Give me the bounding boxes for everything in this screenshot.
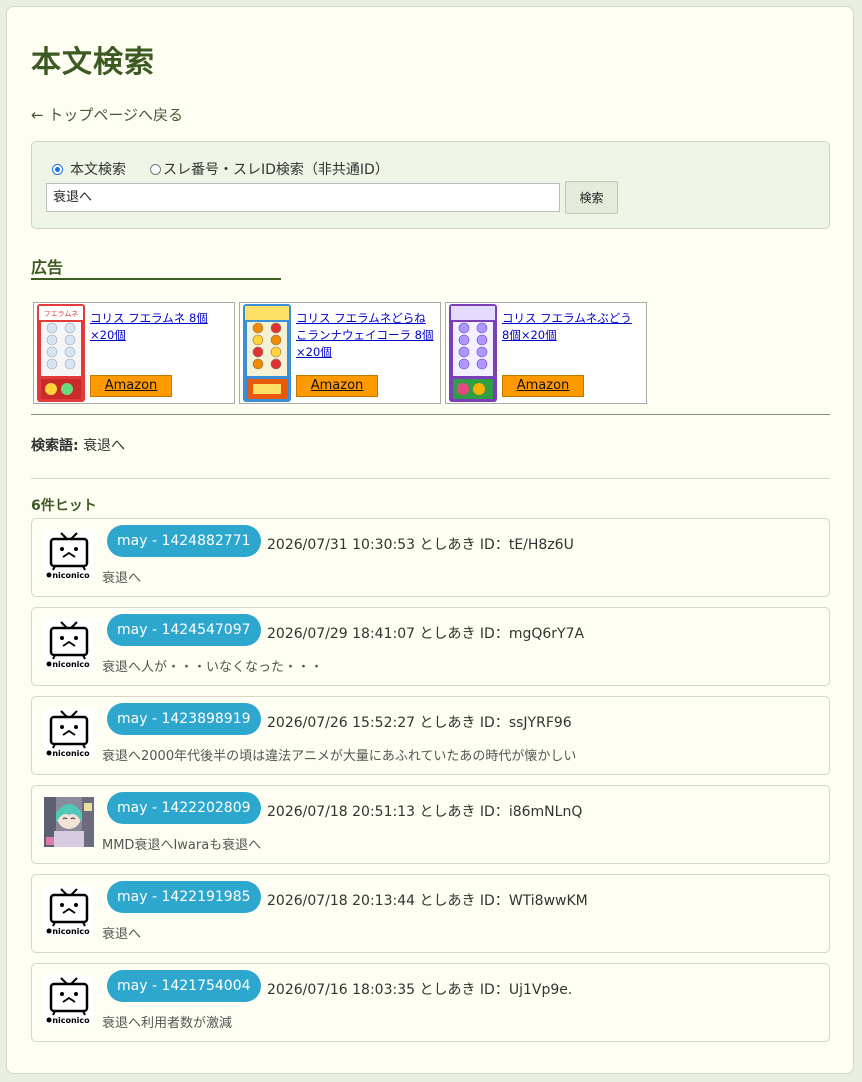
- radio-thread-search[interactable]: [150, 163, 161, 175]
- result-row: niconico may - 1424547097 2026/07/29 18:4…: [31, 607, 830, 686]
- avatar-label: niconico: [52, 927, 90, 936]
- ad-card[interactable]: コリス フエラムネぶどう 8個×20個 Amazon: [445, 302, 647, 404]
- svg-text:フエラムネ: フエラムネ: [44, 310, 79, 318]
- result-row: niconico may - 1421754004 2026/07/16 18:0…: [31, 963, 830, 1042]
- back-to-top-link[interactable]: ← トップページへ戻る: [31, 104, 183, 125]
- ad-card[interactable]: フエラムネ コリス フエラムネ 8個×20個 Amazon: [33, 302, 235, 404]
- post-body-text: 衰退へ: [102, 927, 142, 942]
- post-body-text: 衰退へ2000年代後半の頃は違法アニメが大量にあふれていたあの時代が懐かしい: [102, 749, 577, 764]
- section-divider: [31, 414, 830, 415]
- niconico-tv-icon: niconico: [44, 530, 94, 580]
- radio-text-search-label[interactable]: 本文検索: [70, 159, 126, 179]
- result-row: niconico may - 1424882771 2026/07/31 10:3…: [31, 518, 830, 597]
- hit-count: 6件ヒット: [31, 498, 97, 514]
- ad-product-name[interactable]: コリス フエラムネ 8個×20個: [90, 310, 230, 344]
- result-row: niconico may - 1423898919 2026/07/26 15:5…: [31, 696, 830, 775]
- post-meta: 2026/07/31 10:30:53 としあき ID：tE/H8z6U: [267, 537, 574, 553]
- amazon-button[interactable]: Amazon: [90, 375, 172, 397]
- candy-package-red-image: フエラムネ: [37, 304, 85, 402]
- page-title: 本文検索: [31, 45, 155, 80]
- candy-package-grape-image: [449, 304, 497, 402]
- post-body-text: 衰退へ利用者数が激減: [102, 1016, 233, 1031]
- niconico-tv-icon: niconico: [44, 886, 94, 936]
- ad-product-name[interactable]: コリス フエラムネどらねこランナウェイコーラ 8個×20個: [296, 310, 436, 361]
- post-meta: 2026/07/18 20:51:13 としあき ID：i86mNLnQ: [267, 804, 583, 820]
- radio-thread-search-label[interactable]: スレ番号・スレID検索（非共通ID）: [163, 159, 389, 179]
- search-term-label: 検索語:: [31, 438, 79, 454]
- avatar-label: niconico: [52, 571, 90, 580]
- thread-link-pill[interactable]: may - 1422191985: [107, 881, 261, 913]
- post-meta: 2026/07/18 20:13:44 としあき ID：WTi8wwKM: [267, 893, 588, 909]
- amazon-button[interactable]: Amazon: [502, 375, 584, 397]
- avatar-label: niconico: [52, 749, 90, 758]
- post-body-text: MMD衰退へIwaraも衰退へ: [102, 838, 262, 853]
- amazon-button[interactable]: Amazon: [296, 375, 378, 397]
- thread-link-pill[interactable]: may - 1423898919: [107, 703, 261, 735]
- avatar-label: niconico: [52, 660, 90, 669]
- search-term-summary: 検索語: 衰退へ: [31, 435, 125, 455]
- radio-text-search[interactable]: [52, 163, 63, 175]
- post-body-text: 衰退へ: [102, 571, 142, 586]
- post-body-text: 衰退へ人が・・・いなくなった・・・: [102, 660, 324, 675]
- niconico-tv-icon: niconico: [44, 619, 94, 669]
- niconico-tv-icon: niconico: [44, 975, 94, 1025]
- ad-heading-underline: [31, 278, 281, 280]
- search-mode-group: 本文検索 スレ番号・スレID検索（非共通ID）: [52, 159, 413, 179]
- thread-link-pill[interactable]: may - 1424882771: [107, 525, 261, 557]
- search-term-value: 衰退へ: [83, 438, 126, 454]
- thread-thumbnail-image: [44, 797, 94, 847]
- ad-card[interactable]: コリス フエラムネどらねこランナウェイコーラ 8個×20個 Amazon: [239, 302, 441, 404]
- result-row: niconico may - 1422191985 2026/07/18 20:1…: [31, 874, 830, 953]
- post-meta: 2026/07/16 18:03:35 としあき ID：Uj1Vp9e.: [267, 982, 573, 998]
- section-divider: [31, 478, 830, 479]
- search-form: 本文検索 スレ番号・スレID検索（非共通ID） 衰退へ 検索: [31, 141, 830, 229]
- niconico-tv-icon: niconico: [44, 708, 94, 758]
- result-row: may - 1422202809 2026/07/18 20:51:13 としあき…: [31, 785, 830, 864]
- page-container: 本文検索 ← トップページへ戻る 本文検索 スレ番号・スレID検索（非共通ID）…: [6, 6, 854, 1074]
- thread-link-pill[interactable]: may - 1422202809: [107, 792, 261, 824]
- thread-link-pill[interactable]: may - 1424547097: [107, 614, 261, 646]
- avatar-label: niconico: [52, 1016, 90, 1025]
- search-button[interactable]: 検索: [565, 181, 618, 214]
- ad-product-name[interactable]: コリス フエラムネぶどう 8個×20個: [502, 310, 642, 344]
- post-meta: 2026/07/26 15:52:27 としあき ID：ssJYRF96: [267, 715, 572, 731]
- search-input[interactable]: 衰退へ: [46, 183, 560, 212]
- candy-package-cola-image: [243, 304, 291, 402]
- ad-heading: 広告: [31, 258, 64, 277]
- thread-link-pill[interactable]: may - 1421754004: [107, 970, 261, 1002]
- post-meta: 2026/07/29 18:41:07 としあき ID：mgQ6rY7A: [267, 626, 585, 642]
